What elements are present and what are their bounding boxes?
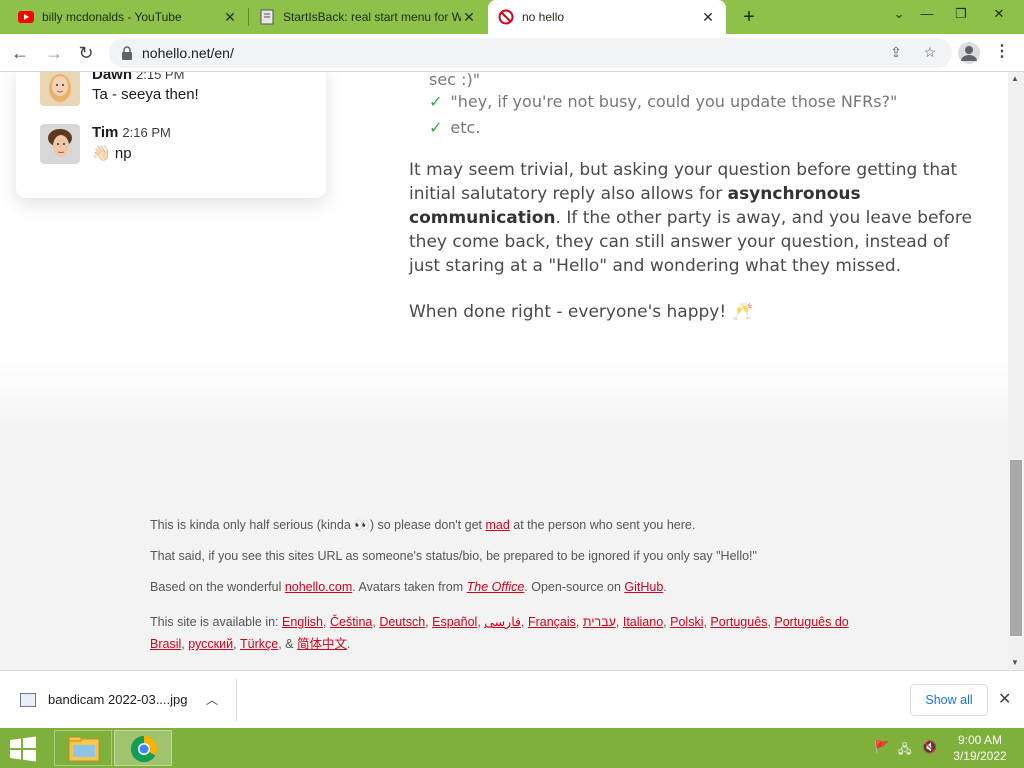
github-link[interactable]: GitHub <box>624 580 663 594</box>
message-time: 2:15 PM <box>136 72 185 82</box>
language-link[interactable]: Deutsch <box>379 615 425 629</box>
footer-line: This is kinda only half serious (kinda 👀… <box>150 518 696 532</box>
scroll-down-icon[interactable]: ▼ <box>1011 658 1019 667</box>
tab-no-hello[interactable]: no hello ✕ <box>488 0 726 34</box>
language-link[interactable]: Français <box>528 615 576 629</box>
avatar-dawn <box>40 72 80 106</box>
close-window-icon[interactable]: ✕ <box>986 6 1012 22</box>
reload-icon[interactable]: ↻ <box>74 41 98 65</box>
profile-avatar-icon[interactable] <box>958 42 980 64</box>
scroll-up-icon[interactable]: ▲ <box>1011 74 1019 83</box>
close-tab-icon[interactable]: ✕ <box>222 9 238 26</box>
message-time: 2:16 PM <box>122 125 171 140</box>
the-office-link[interactable]: The Office <box>467 580 525 594</box>
wave-emoji: 👋🏻 <box>92 145 111 162</box>
document-icon <box>259 9 275 25</box>
language-link[interactable]: فارسی <box>484 615 521 629</box>
language-link[interactable]: 简体中文 <box>297 637 347 651</box>
vertical-scrollbar[interactable]: ▲ ▼ <box>1008 72 1024 670</box>
page-viewport: Dawn 2:15 PM Ta - seeya then! Tim 2:16 PM … <box>0 72 1008 670</box>
message-author: Tim 2:16 PM <box>92 124 171 141</box>
chat-example-card: Dawn 2:15 PM Ta - seeya then! Tim 2:16 PM … <box>16 72 326 198</box>
browser-toolbar: ← → ↻ nohello.net/en/ ⇪ ☆ ⋮ <box>0 34 1024 72</box>
paragraph-happy: When done right - everyone's happy! 🥂 <box>409 302 753 322</box>
file-explorer-button[interactable] <box>54 730 112 766</box>
windows-start-icon[interactable] <box>8 736 38 762</box>
tab-title: StartIsBack: real start menu for W <box>283 10 461 24</box>
message-text: Ta - seeya then! <box>92 86 199 103</box>
network-icon[interactable]: 🖧 <box>898 740 914 756</box>
mad-link[interactable]: mad <box>485 518 509 532</box>
scrollbar-thumb[interactable] <box>1010 460 1022 636</box>
language-link[interactable]: Español <box>432 615 477 629</box>
chrome-icon <box>130 735 158 763</box>
url-text: nohello.net/en/ <box>142 45 234 61</box>
show-all-button[interactable]: Show all <box>910 684 988 716</box>
lock-icon <box>122 46 132 60</box>
system-clock[interactable]: 9:00 AM 3/19/2022 <box>940 732 1020 764</box>
language-link[interactable]: Italiano <box>623 615 663 629</box>
close-tab-icon[interactable]: ✕ <box>700 9 716 26</box>
back-icon[interactable]: ← <box>8 41 32 65</box>
message-author: Dawn 2:15 PM <box>92 72 184 83</box>
language-link[interactable]: русский <box>188 637 233 651</box>
windows-taskbar: 🚩 🖧 🔇 9:00 AM 3/19/2022 <box>0 728 1024 768</box>
volume-muted-icon[interactable]: 🔇 <box>922 740 938 756</box>
tab-search-chevron-icon[interactable]: ⌄ <box>886 6 912 22</box>
tab-youtube[interactable]: billy mcdonalds - YouTube ✕ <box>8 0 248 34</box>
download-item[interactable]: bandicam 2022-03....jpg <box>48 692 187 707</box>
paragraph-async: It may seem trivial, but asking your que… <box>409 160 972 276</box>
check-icon: ✓ <box>429 118 443 137</box>
close-icon[interactable]: ✕ <box>998 689 1011 709</box>
nohello-com-link[interactable]: nohello.com <box>285 580 352 594</box>
tab-title: no hello <box>522 10 565 24</box>
language-link[interactable]: English <box>282 615 323 629</box>
no-sign-icon <box>498 9 514 25</box>
chevron-up-icon[interactable]: ︿ <box>206 691 218 708</box>
language-link[interactable]: Čeština <box>330 615 372 629</box>
folder-icon <box>68 736 100 762</box>
chrome-menu-icon[interactable]: ⋮ <box>994 41 1010 61</box>
message-text: 👋🏻 np <box>92 145 132 162</box>
language-link[interactable]: Polski <box>670 615 703 629</box>
download-bar: bandicam 2022-03....jpg ︿ Show all ✕ <box>0 670 1024 728</box>
list-item: ✓ etc. <box>429 118 481 137</box>
tab-title: billy mcdonalds - YouTube <box>42 10 182 24</box>
action-center-flag-icon[interactable]: 🚩 <box>874 740 890 756</box>
language-link[interactable]: עברית <box>583 615 616 629</box>
divider <box>236 679 237 721</box>
text-fragment: sec :)" <box>429 72 481 89</box>
share-icon[interactable]: ⇪ <box>887 44 905 61</box>
clock-time: 9:00 AM <box>957 733 1003 747</box>
address-bar[interactable]: nohello.net/en/ ⇪ ☆ <box>109 38 952 68</box>
forward-icon[interactable]: → <box>42 41 66 65</box>
image-file-icon <box>20 693 36 707</box>
close-tab-icon[interactable]: ✕ <box>461 9 477 26</box>
bookmark-star-icon[interactable]: ☆ <box>921 44 939 61</box>
new-tab-button[interactable]: + <box>737 4 761 30</box>
footer-line: Based on the wonderful nohello.com. Avat… <box>150 580 667 594</box>
minimize-icon[interactable]: — <box>914 6 940 21</box>
footer-line: That said, if you see this sites URL as … <box>150 549 757 563</box>
check-icon: ✓ <box>429 92 443 111</box>
tab-strip: billy mcdonalds - YouTube ✕ StartIsBack:… <box>0 0 1024 34</box>
clock-date: 3/19/2022 <box>953 749 1007 763</box>
language-link[interactable]: Türkçe <box>240 637 278 651</box>
footer-languages: This site is available in: English, Češt… <box>150 615 849 651</box>
language-link[interactable]: Português <box>710 615 767 629</box>
tab-startisback[interactable]: StartIsBack: real start menu for W ✕ <box>249 0 487 34</box>
restore-icon[interactable]: ❐ <box>948 6 974 22</box>
avatar-tim <box>40 124 80 164</box>
list-item: ✓ "hey, if you're not busy, could you upd… <box>429 92 898 111</box>
chrome-taskbar-button[interactable] <box>114 730 172 766</box>
youtube-icon <box>18 9 34 25</box>
